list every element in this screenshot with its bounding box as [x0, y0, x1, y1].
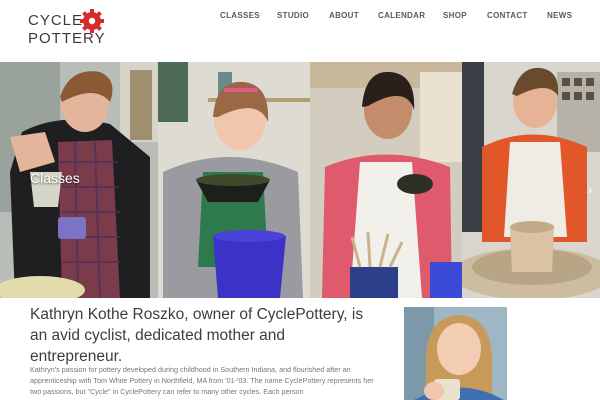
about-heading: Kathryn Kothe Roszko, owner of CyclePott… [30, 306, 364, 365]
photo-owner-portrait [404, 307, 507, 400]
slide-photo-boy-wheel [462, 62, 600, 298]
photo-girl-bowl [158, 62, 310, 298]
chevron-right-icon[interactable]: › [584, 180, 596, 198]
nav-classes[interactable]: CLASSES [220, 11, 260, 20]
slide-photo-girl-bowl [158, 62, 310, 298]
nav-studio[interactable]: STUDIO [277, 11, 309, 20]
nav-calendar[interactable]: CALENDAR [378, 11, 425, 20]
nav-news[interactable]: NEWS [547, 11, 572, 20]
slide-caption[interactable]: Classes [30, 170, 80, 186]
owner-portrait [404, 307, 507, 400]
hero-slider[interactable]: Classes › [0, 62, 600, 298]
photo-girl-small-bowl [310, 62, 462, 298]
main-nav: CLASSES STUDIO ABOUT CALENDAR SHOP CONTA… [0, 11, 600, 25]
nav-shop[interactable]: SHOP [443, 11, 467, 20]
site-header: CYCLE POTTERY CLASSES STUDIO ABOUT CALEN… [0, 0, 600, 62]
photo-boy-wheel [462, 62, 600, 298]
nav-about[interactable]: ABOUT [329, 11, 359, 20]
slide-photo-girl-small-bowl [310, 62, 462, 298]
about-body: Kathryn's passion for pottery developed … [30, 365, 374, 396]
nav-contact[interactable]: CONTACT [487, 11, 528, 20]
